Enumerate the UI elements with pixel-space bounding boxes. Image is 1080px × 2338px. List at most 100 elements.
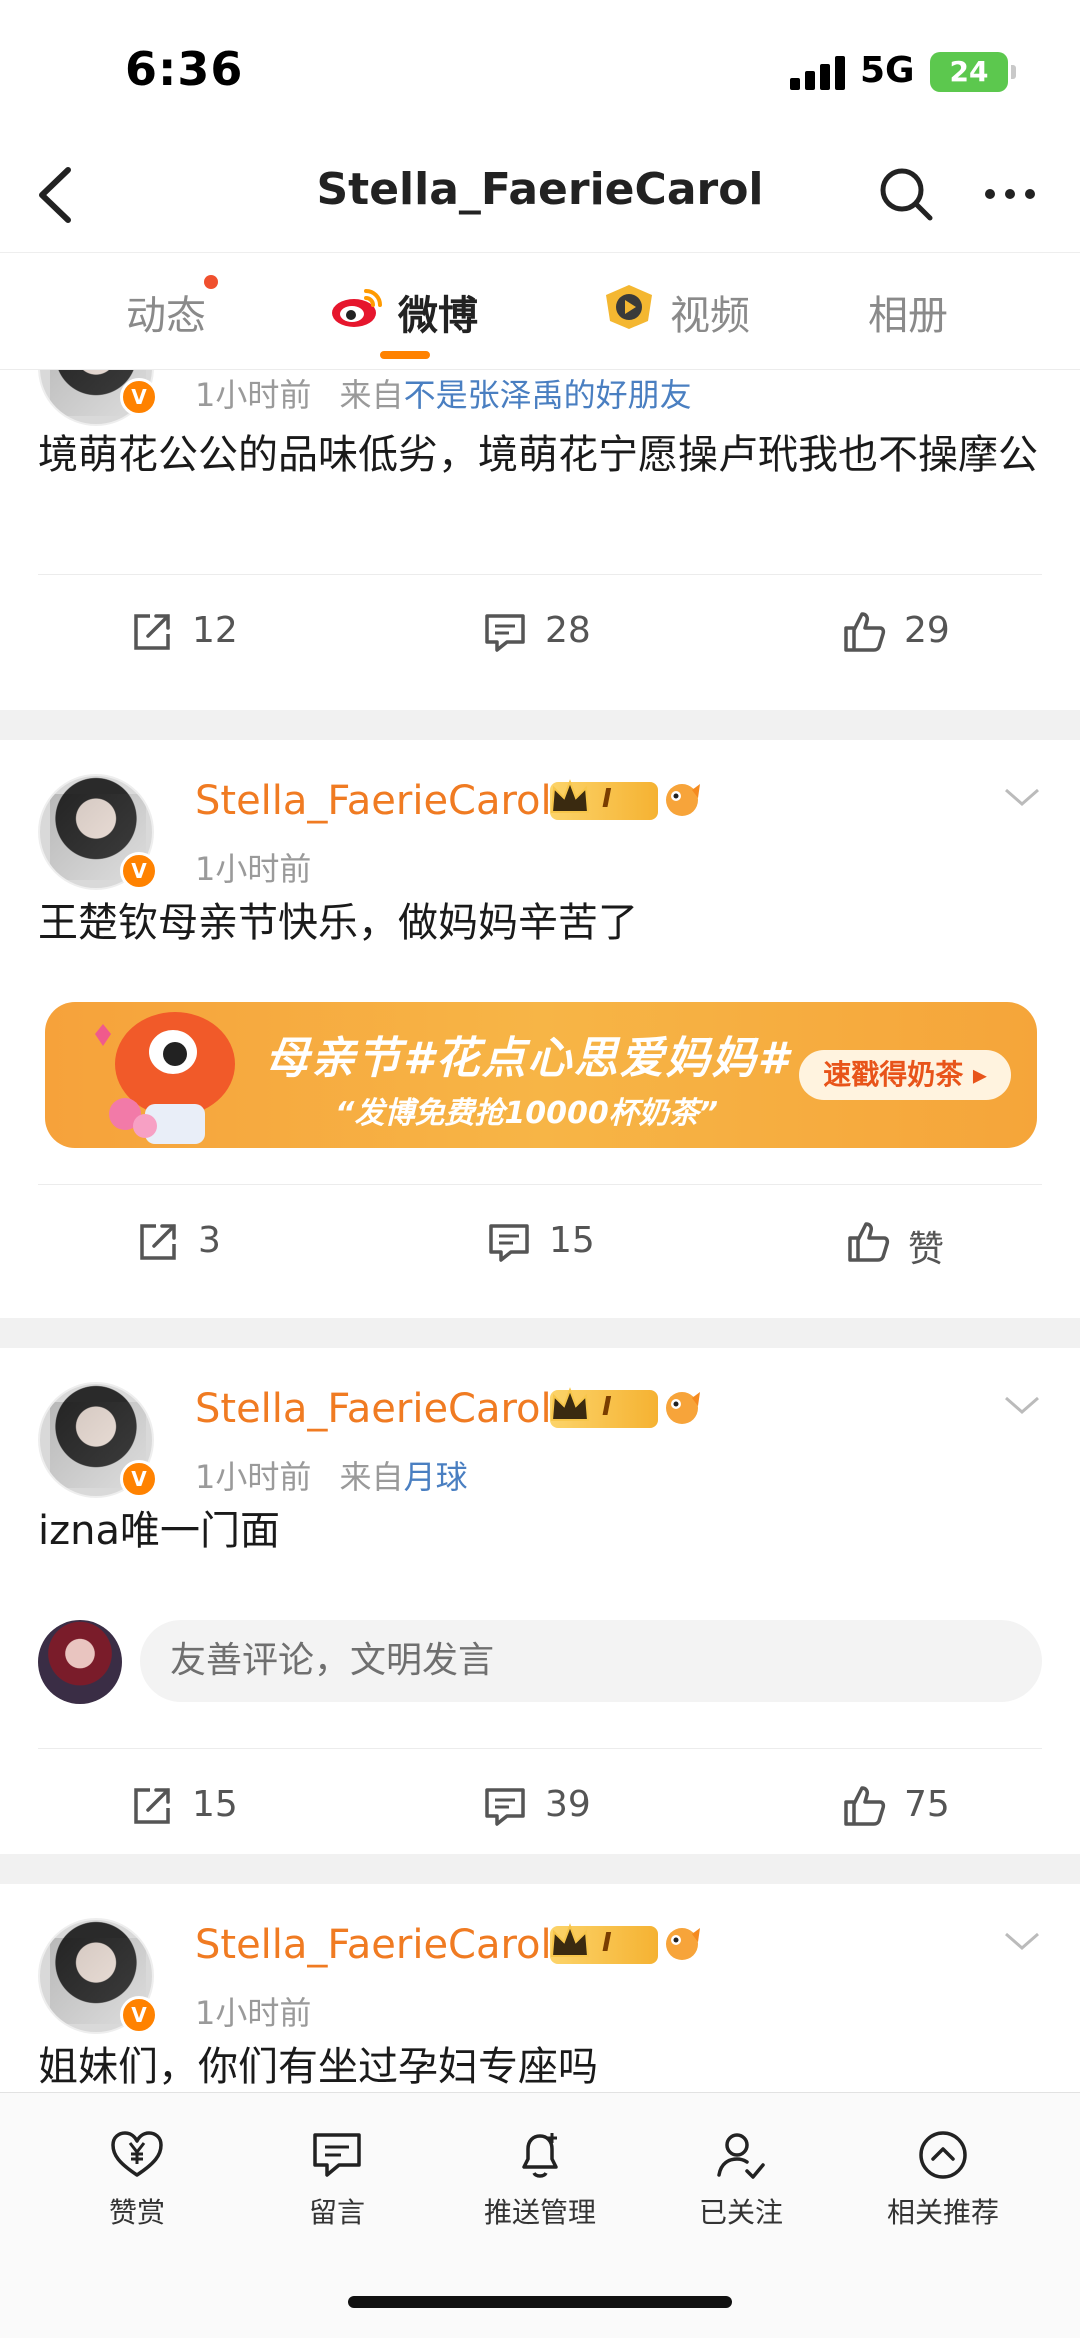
repost-count: 15 bbox=[192, 1784, 238, 1825]
battery-level: 24 bbox=[949, 55, 989, 88]
divider bbox=[38, 1184, 1042, 1185]
mothers-day-banner[interactable]: 母亲节#花点心思爱妈妈# “发博免费抢10000杯奶茶” 速戳得奶茶 ▸ bbox=[45, 1002, 1037, 1148]
thumbs-up-icon bbox=[848, 1222, 890, 1262]
vip-level-badge: I bbox=[550, 779, 658, 820]
battery-icon: 24 bbox=[930, 52, 1016, 92]
repost-count: 3 bbox=[198, 1220, 221, 1261]
reward-button[interactable]: 赞赏 bbox=[52, 2127, 222, 2231]
post-meta: 1小时前 来自月球 bbox=[195, 1452, 468, 1498]
home-indicator bbox=[348, 2296, 732, 2308]
post-meta: 1小时前 bbox=[195, 1988, 311, 2034]
chevron-down-icon[interactable] bbox=[1002, 782, 1042, 812]
post-card[interactable]: V Stella_FaerieCarol I 1小时前 王楚钦母亲节快乐，做妈妈… bbox=[0, 740, 1080, 1318]
username[interactable]: Stella_FaerieCarol bbox=[195, 778, 552, 824]
message-label: 留言 bbox=[308, 2196, 365, 2229]
crown-icon bbox=[550, 1923, 590, 1957]
banner-title: 母亲节#花点心思爱妈妈# bbox=[265, 1033, 791, 1084]
mascot-icon bbox=[95, 1012, 235, 1144]
chevron-up-circle-icon bbox=[919, 2131, 967, 2179]
recommend-button[interactable]: 相关推荐 bbox=[858, 2127, 1028, 2231]
fish-icon bbox=[666, 784, 700, 816]
post-time: 1小时前 bbox=[195, 1458, 312, 1496]
fish-icon bbox=[666, 1392, 700, 1424]
heart-yen-icon bbox=[111, 2131, 163, 2177]
crown-icon bbox=[550, 779, 590, 813]
fish-icon bbox=[666, 1928, 700, 1960]
following-label: 已关注 bbox=[698, 2196, 783, 2229]
vip-level-badge: I bbox=[550, 1923, 658, 1964]
repost-icon bbox=[134, 1788, 170, 1824]
tab-dynamic[interactable]: 动态 bbox=[126, 275, 218, 341]
post-card[interactable]: V 1小时前 来自不是张泽禹的好朋友 境萌花公公的品味低劣，境萌花宁愿操卢玳我也… bbox=[0, 370, 1080, 710]
comment-icon bbox=[485, 614, 525, 652]
signal-icon bbox=[790, 56, 846, 90]
post-separator bbox=[0, 710, 1080, 740]
verified-badge-icon: V bbox=[120, 1460, 158, 1498]
post-text: izna唯一门面 bbox=[38, 1508, 280, 1554]
tab-label: 相册 bbox=[868, 293, 948, 339]
message-icon bbox=[313, 2133, 361, 2177]
post-source[interactable]: 月球 bbox=[404, 1458, 468, 1496]
status-time: 6:36 bbox=[125, 42, 244, 96]
thumbs-up-icon bbox=[844, 612, 886, 652]
person-check-icon bbox=[717, 2133, 765, 2179]
username[interactable]: Stella_FaerieCarol bbox=[195, 1386, 552, 1432]
post-text: 境萌花公公的品味低劣，境萌花宁愿操卢玳我也不操摩公 bbox=[38, 432, 1038, 478]
reward-label: 赞赏 bbox=[108, 2196, 165, 2229]
following-button[interactable]: 已关注 bbox=[656, 2127, 826, 2231]
post-card[interactable]: V Stella_FaerieCarol I 1小时前 姐妹们，你们有坐过孕妇专… bbox=[0, 1884, 1080, 2090]
post-text: 王楚钦母亲节快乐，做妈妈辛苦了 bbox=[38, 900, 638, 946]
banner-subtitle: “发博免费抢10000杯奶茶” bbox=[335, 1096, 719, 1131]
repost-icon bbox=[140, 1224, 176, 1260]
verified-badge-icon: V bbox=[120, 378, 158, 416]
more-icon[interactable] bbox=[980, 164, 1040, 224]
vip-level: I bbox=[602, 784, 612, 814]
banner-cta-button[interactable]: 速戳得奶茶 ▸ bbox=[799, 1050, 1011, 1100]
comment-icon bbox=[489, 1224, 529, 1262]
chevron-down-icon[interactable] bbox=[1002, 1926, 1042, 1956]
push-settings-label: 推送管理 bbox=[483, 2196, 596, 2229]
recommend-label: 相关推荐 bbox=[886, 2196, 999, 2229]
search-icon[interactable] bbox=[876, 164, 936, 224]
comment-count: 39 bbox=[545, 1784, 591, 1825]
source-prefix: 来自 bbox=[339, 1458, 404, 1496]
comment-count: 28 bbox=[545, 610, 591, 651]
tab-label: 视频 bbox=[670, 293, 750, 339]
divider bbox=[38, 574, 1042, 575]
post-time: 1小时前 bbox=[195, 1994, 312, 2032]
my-avatar bbox=[38, 1620, 122, 1704]
comment-count: 15 bbox=[549, 1220, 595, 1261]
message-button[interactable]: 留言 bbox=[252, 2127, 422, 2231]
comment-input[interactable]: 友善评论，文明发言 bbox=[140, 1620, 1042, 1702]
push-settings-button[interactable]: 推送管理 bbox=[455, 2127, 625, 2231]
weibo-logo-icon bbox=[332, 289, 382, 327]
feed: V 1小时前 来自不是张泽禹的好朋友 境萌花公公的品味低劣，境萌花宁愿操卢玳我也… bbox=[0, 370, 1080, 2090]
video-badge-icon bbox=[606, 285, 652, 329]
chevron-down-icon[interactable] bbox=[1002, 1390, 1042, 1420]
like-count: 75 bbox=[904, 1784, 950, 1825]
bell-plus-icon bbox=[522, 2133, 558, 2178]
like-count: 29 bbox=[904, 610, 950, 651]
post-time: 1小时前 bbox=[195, 376, 312, 414]
like-label: 赞 bbox=[908, 1229, 945, 1270]
post-separator bbox=[0, 1318, 1080, 1348]
source-prefix: 来自 bbox=[339, 376, 404, 414]
repost-icon bbox=[134, 614, 170, 650]
post-time: 1小时前 bbox=[195, 850, 312, 888]
comment-icon bbox=[485, 1788, 525, 1826]
vip-level-badge: I bbox=[550, 1387, 658, 1428]
nav-bar: Stella_FaerieCarol bbox=[0, 140, 1080, 252]
username[interactable]: Stella_FaerieCarol bbox=[195, 1922, 552, 1968]
post-separator bbox=[0, 1854, 1080, 1884]
vip-level: I bbox=[602, 1928, 612, 1958]
thumbs-up-icon bbox=[844, 1786, 886, 1826]
tab-video[interactable]: 视频 bbox=[602, 283, 750, 341]
post-card[interactable]: V Stella_FaerieCarol I 1小时前 来自月球 izna唯一门… bbox=[0, 1348, 1080, 1884]
post-meta: 1小时前 来自不是张泽禹的好朋友 bbox=[195, 370, 692, 416]
tab-weibo[interactable]: 微博 bbox=[330, 283, 478, 341]
post-source[interactable]: 不是张泽禹的好朋友 bbox=[404, 376, 692, 414]
tab-album[interactable]: 相册 bbox=[868, 283, 948, 341]
tab-label: 微博 bbox=[398, 293, 478, 339]
crown-icon bbox=[550, 1387, 590, 1421]
tab-label: 动态 bbox=[126, 293, 206, 339]
